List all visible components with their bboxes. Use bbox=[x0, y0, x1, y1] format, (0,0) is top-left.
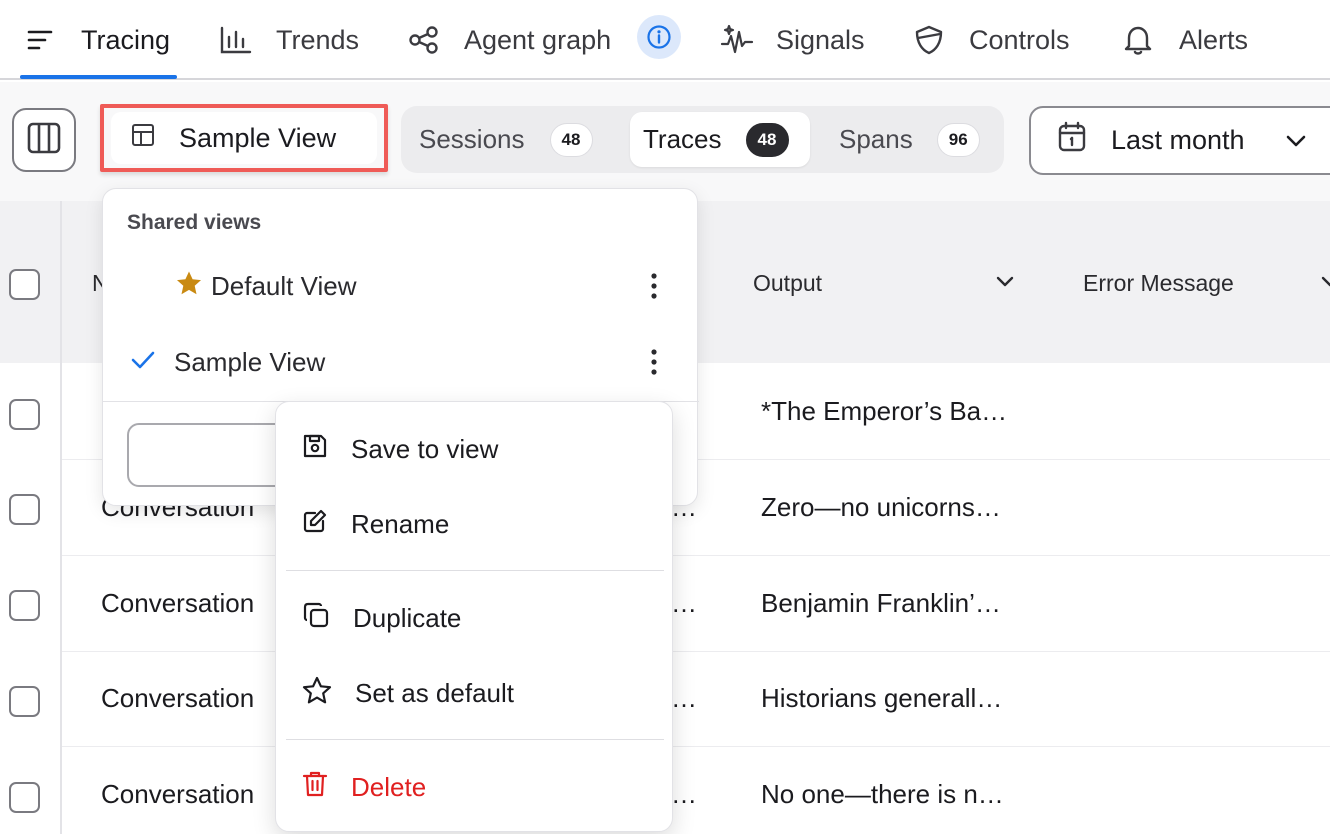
menu-divider bbox=[286, 739, 664, 740]
tab-agent-graph[interactable]: Agent graph bbox=[408, 0, 611, 80]
tab-label: Agent graph bbox=[464, 24, 612, 55]
tab-label: Trends bbox=[276, 24, 360, 55]
count-badge: 48 bbox=[745, 122, 789, 157]
tab-label: Controls bbox=[969, 24, 1070, 55]
date-range-picker[interactable]: Last month bbox=[1029, 106, 1330, 175]
more-options-icon[interactable] bbox=[649, 272, 659, 307]
tab-alerts[interactable]: Alerts bbox=[1123, 0, 1248, 80]
row-checkbox[interactable] bbox=[9, 399, 40, 430]
chevron-down-icon[interactable] bbox=[1318, 270, 1330, 299]
menu-item-label: Duplicate bbox=[353, 602, 462, 633]
view-item-label: Sample View bbox=[174, 346, 326, 377]
row-divider bbox=[62, 746, 1330, 747]
check-icon bbox=[130, 347, 156, 378]
segment-spans[interactable]: Spans 96 bbox=[839, 112, 980, 167]
output-cell: Benjamin Franklin’… bbox=[761, 588, 1001, 618]
truncated-cell: … bbox=[671, 779, 697, 809]
row-checkbox[interactable] bbox=[9, 494, 40, 525]
menu-item-delete[interactable]: Delete bbox=[276, 755, 674, 819]
menu-item-save-to-view[interactable]: Save to view bbox=[276, 417, 674, 481]
row-divider bbox=[62, 555, 1330, 556]
row-checkbox[interactable] bbox=[9, 686, 40, 717]
tab-tracing[interactable]: Tracing bbox=[27, 0, 170, 80]
tab-trends[interactable]: Trends bbox=[219, 0, 359, 80]
count-badge: 48 bbox=[549, 122, 593, 157]
bar-chart-icon bbox=[219, 25, 253, 55]
bell-icon bbox=[1123, 24, 1153, 56]
calendar-icon bbox=[1057, 121, 1087, 160]
view-item-sample[interactable]: Sample View bbox=[103, 327, 699, 397]
output-cell: Historians generall… bbox=[761, 683, 1003, 713]
name-cell: Conversation bbox=[101, 588, 255, 618]
pencil-icon bbox=[302, 508, 328, 541]
truncated-cell: … bbox=[671, 683, 697, 713]
menu-item-label: Delete bbox=[351, 771, 427, 802]
segment-label: Sessions bbox=[419, 124, 525, 154]
views-section-header: Shared views bbox=[127, 211, 262, 234]
column-header-output[interactable]: Output bbox=[753, 270, 822, 297]
row-checkbox[interactable] bbox=[9, 590, 40, 621]
menu-item-label: Set as default bbox=[355, 677, 514, 708]
column-header-error-message[interactable]: Error Message bbox=[1083, 270, 1234, 297]
sparkle-wave-icon bbox=[720, 24, 754, 56]
active-tab-indicator bbox=[20, 75, 177, 79]
tab-label: Tracing bbox=[81, 24, 171, 55]
output-cell: Zero—no unicorns… bbox=[761, 492, 1001, 522]
row-divider bbox=[62, 651, 1330, 652]
tab-controls[interactable]: Controls bbox=[913, 0, 1070, 80]
truncated-cell: … bbox=[671, 588, 697, 618]
view-selector-label: Sample View bbox=[179, 122, 337, 153]
tab-label: Signals bbox=[776, 24, 865, 55]
menu-item-label: Rename bbox=[351, 508, 450, 539]
output-cell: *The Emperor’s Ba… bbox=[761, 396, 1008, 426]
duplicate-icon bbox=[302, 601, 330, 636]
menu-divider bbox=[286, 570, 664, 571]
save-icon bbox=[302, 433, 328, 466]
star-filled-icon bbox=[175, 270, 203, 303]
column-divider bbox=[60, 201, 62, 834]
chevron-down-icon[interactable] bbox=[993, 270, 1017, 299]
menu-lines-icon bbox=[27, 29, 53, 51]
name-cell: Conversation bbox=[101, 683, 255, 713]
star-outline-icon bbox=[302, 676, 332, 711]
graph-nodes-icon bbox=[408, 25, 440, 55]
chevron-down-icon bbox=[1283, 128, 1309, 161]
top-navigation: Tracing Trends Agent graph Signals Contr… bbox=[0, 0, 1330, 80]
output-cell: No one—there is n… bbox=[761, 779, 1004, 809]
columns-icon bbox=[27, 122, 61, 159]
info-icon[interactable] bbox=[637, 15, 681, 59]
menu-item-rename[interactable]: Rename bbox=[276, 492, 674, 556]
level-segmented-control: Sessions 48 Traces 48 Spans 96 bbox=[401, 106, 1004, 173]
toolbar: Sample View Sessions 48 Traces 48 Spans … bbox=[0, 82, 1330, 201]
tab-label: Alerts bbox=[1179, 24, 1249, 55]
shield-icon bbox=[913, 24, 945, 56]
row-checkbox[interactable] bbox=[9, 782, 40, 813]
tab-signals[interactable]: Signals bbox=[720, 0, 865, 80]
view-item-default[interactable]: Default View bbox=[103, 251, 699, 321]
view-context-menu: Save to view Rename Duplicate Set as def… bbox=[275, 401, 673, 832]
table-layout-icon bbox=[131, 123, 155, 154]
menu-item-set-as-default[interactable]: Set as default bbox=[276, 661, 674, 725]
date-range-label: Last month bbox=[1111, 125, 1245, 155]
segment-sessions[interactable]: Sessions 48 bbox=[419, 112, 593, 167]
name-cell: Conversation bbox=[101, 779, 255, 809]
count-badge: 96 bbox=[936, 122, 980, 157]
select-all-checkbox[interactable] bbox=[9, 269, 40, 300]
menu-item-duplicate[interactable]: Duplicate bbox=[276, 586, 674, 650]
view-item-label: Default View bbox=[211, 270, 357, 301]
menu-item-label: Save to view bbox=[351, 433, 499, 464]
segment-label: Spans bbox=[839, 124, 913, 154]
more-options-icon[interactable] bbox=[649, 348, 659, 383]
view-selector-button[interactable]: Sample View bbox=[111, 112, 377, 164]
trash-icon bbox=[302, 770, 328, 805]
segment-traces[interactable]: Traces 48 bbox=[630, 112, 810, 167]
segment-label: Traces bbox=[643, 124, 722, 154]
columns-toggle-button[interactable] bbox=[12, 108, 76, 172]
